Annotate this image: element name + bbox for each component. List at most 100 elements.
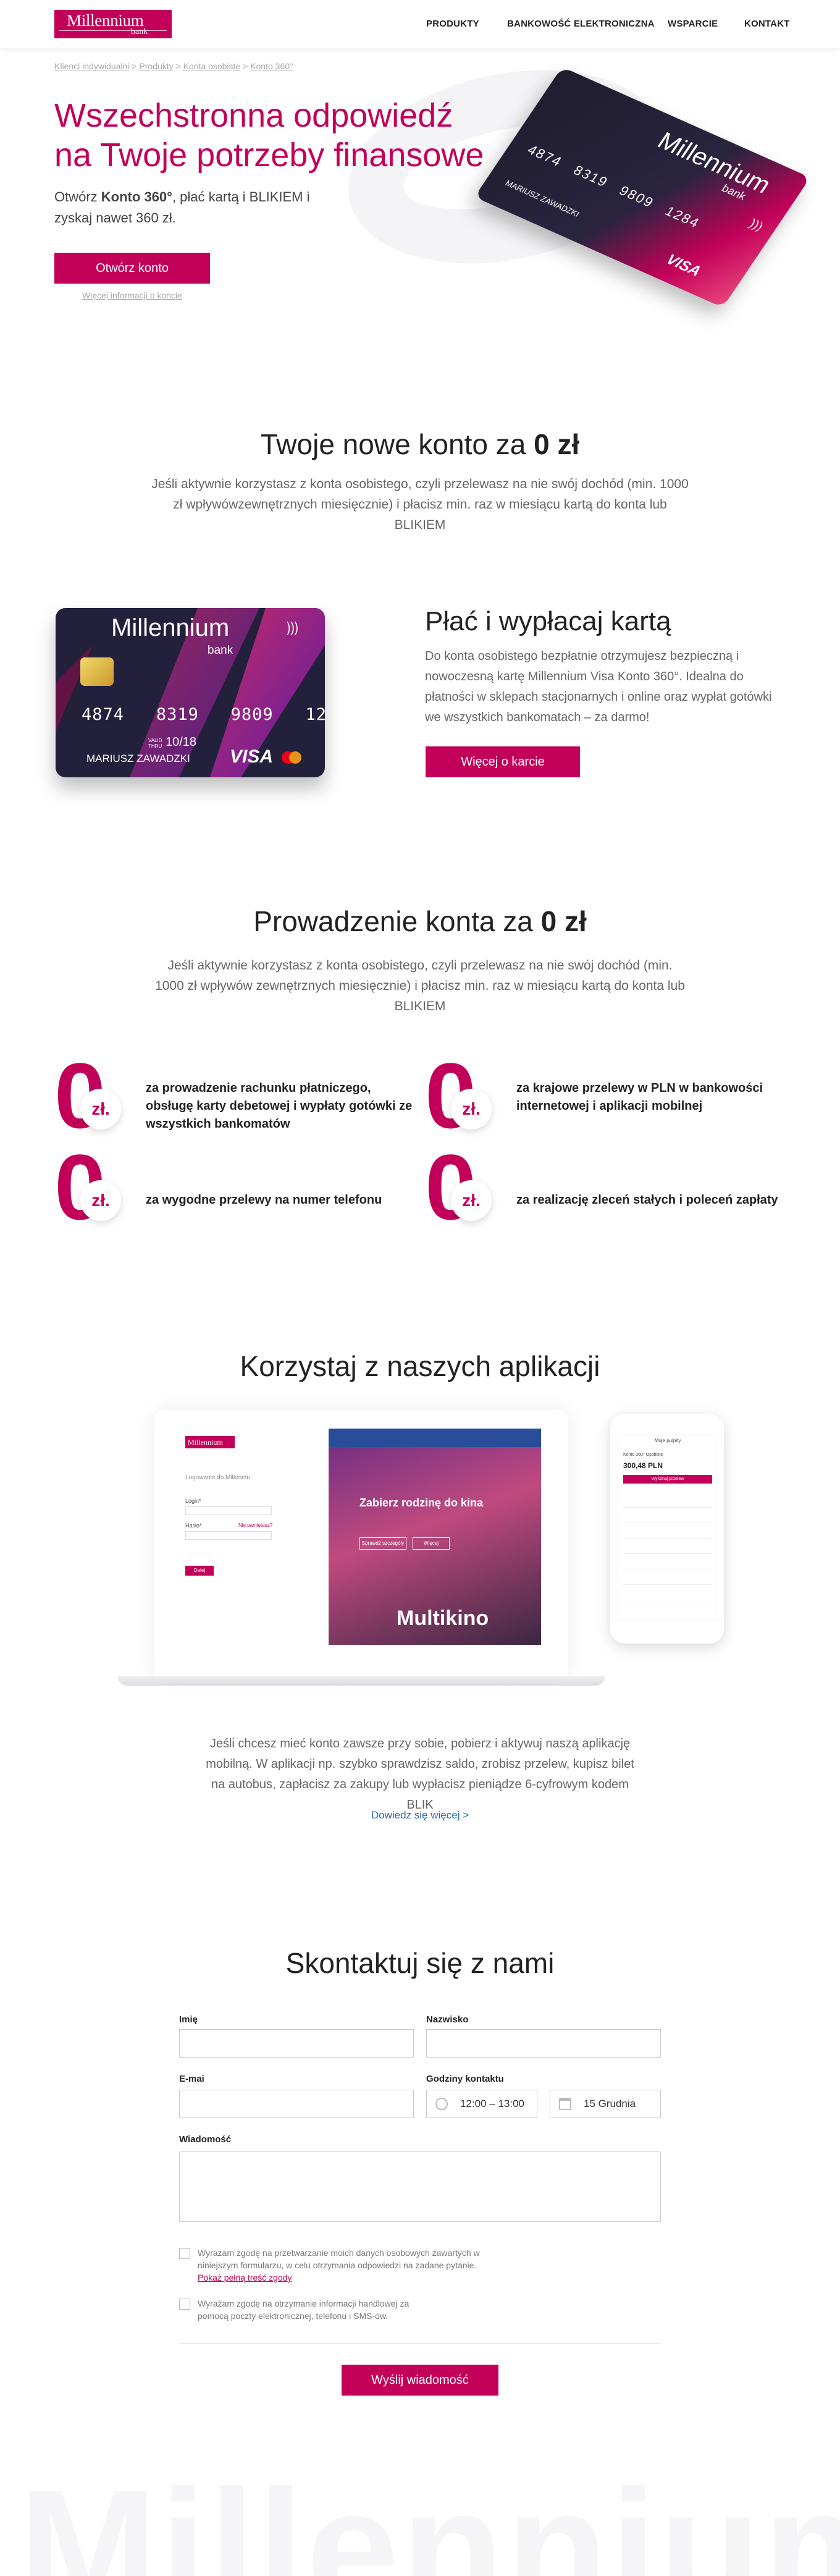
hero-sub-bold: Konto 360° [101,189,172,205]
phone-transfer-button: Wykonaj przelew [623,1475,712,1484]
nav-ebanking[interactable]: BANKOWOŚĆ ELEKTRONICZNA [507,19,655,29]
management-text: Jeśli aktywnie korzystasz z konta osobis… [155,958,685,1013]
email-input[interactable] [179,2090,414,2118]
open-account-button[interactable]: Otwórz konto [54,253,210,284]
feature-text: za wygodne przelewy na numer telefonu [146,1193,382,1207]
laptop-login-button: Dalej [185,1566,214,1576]
card-digits: 8319 [156,705,199,724]
debit-card-image: Millennium bank ))) 4874 8319 9809 1284 … [56,608,325,777]
breadcrumb-sep: > [129,61,140,71]
phone-screen: Moje pulpity Konto 360° Osobiste 300,48 … [618,1435,716,1620]
date-value: 15 Grudnia [584,2098,636,2109]
consent-checkbox-2[interactable] [179,2299,190,2310]
laptop-login-label: Login* [185,1498,201,1504]
apps-title: Korzystaj z naszych aplikacji [240,1350,600,1382]
message-label: Wiadomość [179,2134,232,2145]
laptop-banner-title: Zabierz rodzinę do kina [359,1497,484,1509]
hours-select[interactable]: 12:00 – 13:00 [426,2090,537,2118]
laptop-banner: Zabierz rodzinę do kina Sprawdź szczegół… [329,1429,541,1645]
mastercard-icon-b [289,751,301,764]
name-input[interactable] [179,2029,414,2058]
phone-mockup: Moje pulpity Konto 360° Osobiste 300,48 … [610,1414,724,1644]
new-account-text: Jeśli aktywnie korzystasz z konta osobis… [151,477,689,532]
breadcrumb-item[interactable]: Konto 360° [250,61,293,71]
logo-sub: bank [131,27,148,36]
laptop-banner-btn2: Więcej [413,1537,450,1550]
hero-title: Wszechstronna odpowiedź na Twoje potrzeb… [54,97,484,174]
laptop-password-field [185,1531,272,1540]
phone-list [623,1492,712,1603]
consent-text-1: Wyrażam zgodę na przetwarzanie moich dan… [198,2248,480,2270]
card-valid: 10/18 [166,735,197,749]
card-more-button[interactable]: Więcej o karcie [426,746,580,777]
new-account-title-pre: Twoje nowe konto za [260,428,534,460]
visa-logo: VISA [230,746,274,767]
hours-value: 12:00 – 13:00 [460,2098,524,2109]
zero-fee-badge: 0 zł. [425,1049,511,1142]
apps-more-link[interactable]: Dowiedz się więcej > [0,1809,840,1822]
millennium-logo[interactable]: Millennium bank [54,10,172,38]
name-label: Imię [179,2014,198,2025]
laptop-mockup: Millennium Logowanie do Millenetu Login*… [154,1410,568,1676]
card-digits: 9809 [616,183,658,211]
laptop-password-label: Hasło* [185,1522,202,1529]
consent-show-link[interactable]: Pokaż pełną treść zgody [198,2273,292,2283]
phone-balance: 300,48 PLN [623,1461,663,1470]
more-info-link[interactable]: Więcej informacji o koncie [82,290,182,300]
multikino-logo: Multikino [397,1607,489,1630]
card-holder: MARIUSZ ZAWADZKI [86,753,190,764]
email-label: E-mai [179,2074,204,2084]
laptop-login-field [185,1506,272,1515]
contact-title: Skontaktuj się z nami [285,1947,555,1979]
zero-fee-badge: 0 zł. [425,1141,511,1233]
breadcrumb-item[interactable]: Klienci indywidualni [54,61,129,71]
laptop-banner-bar [329,1429,541,1447]
nav-contact[interactable]: KONTAKT [744,19,790,29]
nav-products[interactable]: PRODUKTY [426,19,479,29]
hero-sub-pre: Otwórz [54,189,101,205]
chip-icon [80,657,114,686]
date-select[interactable]: 15 Grudnia [550,2090,661,2118]
breadcrumb-sep: > [240,61,251,71]
card-brand: Millennium [111,614,230,641]
hero-card-holder: MARIUSZ ZAWADZKI [503,178,582,219]
hero-subtitle: Otwórz Konto 360°, płać kartą i BLIKIEM … [54,187,351,229]
form-divider [179,2343,661,2344]
nav-support[interactable]: WSPARCIE [668,19,718,29]
card-digits: 1284 [305,705,325,724]
feature-text: za realizację zleceń stałych i poleceń z… [516,1193,778,1207]
zero-unit: zł. [80,1089,121,1130]
zero-unit: zł. [451,1180,492,1221]
send-message-button[interactable]: Wyślij wiadomość [342,2365,498,2396]
breadcrumb: Klienci indywidualni > Produkty > Konta … [54,61,293,71]
surname-input[interactable] [426,2029,661,2058]
card-digits: 4874 [524,141,566,170]
phone-header: Moje pulpity [654,1438,681,1443]
pay-text: Do konta osobistego bezpłatnie otrzymuje… [425,649,772,724]
zero-fee-badge: 0 zł. [54,1049,141,1142]
zero-unit: zł. [80,1180,121,1221]
feature-text: za prowadzenie rachunku płatniczego, obs… [146,1081,413,1131]
card-digits: 8319 [570,162,611,190]
zero-fee-badge: 0 zł. [54,1141,141,1233]
laptop-banner-btn1: Sprawdź szczegóły [359,1537,406,1550]
surname-label: Nazwisko [426,2014,469,2025]
breadcrumb-item[interactable]: Produkty [139,61,173,71]
laptop-screen-login: Millennium Logowanie do Millenetu Login*… [179,1429,327,1651]
consent-checkbox-1[interactable] [179,2248,190,2259]
laptop-login-title: Logowanie do Millenetu [185,1474,251,1481]
phone-account: Konto 360° Osobiste [623,1453,663,1457]
new-account-title: Twoje nowe konto za 0 zł [0,428,840,461]
contactless-icon: ))) [746,216,766,234]
hero-card-visa: VISA [663,251,704,280]
breadcrumb-sep: > [173,61,183,71]
zero-unit: zł. [451,1089,492,1130]
calendar-icon [559,2098,571,2110]
card-brand-sub: bank [208,644,233,657]
breadcrumb-item[interactable]: Konta osobiste [183,61,241,71]
new-account-title-bold: 0 zł [534,428,580,460]
contactless-icon: ))) [287,620,298,636]
message-textarea[interactable] [179,2152,661,2222]
laptop-logo: Millennium [185,1436,235,1448]
card-digits: 9809 [230,705,274,724]
